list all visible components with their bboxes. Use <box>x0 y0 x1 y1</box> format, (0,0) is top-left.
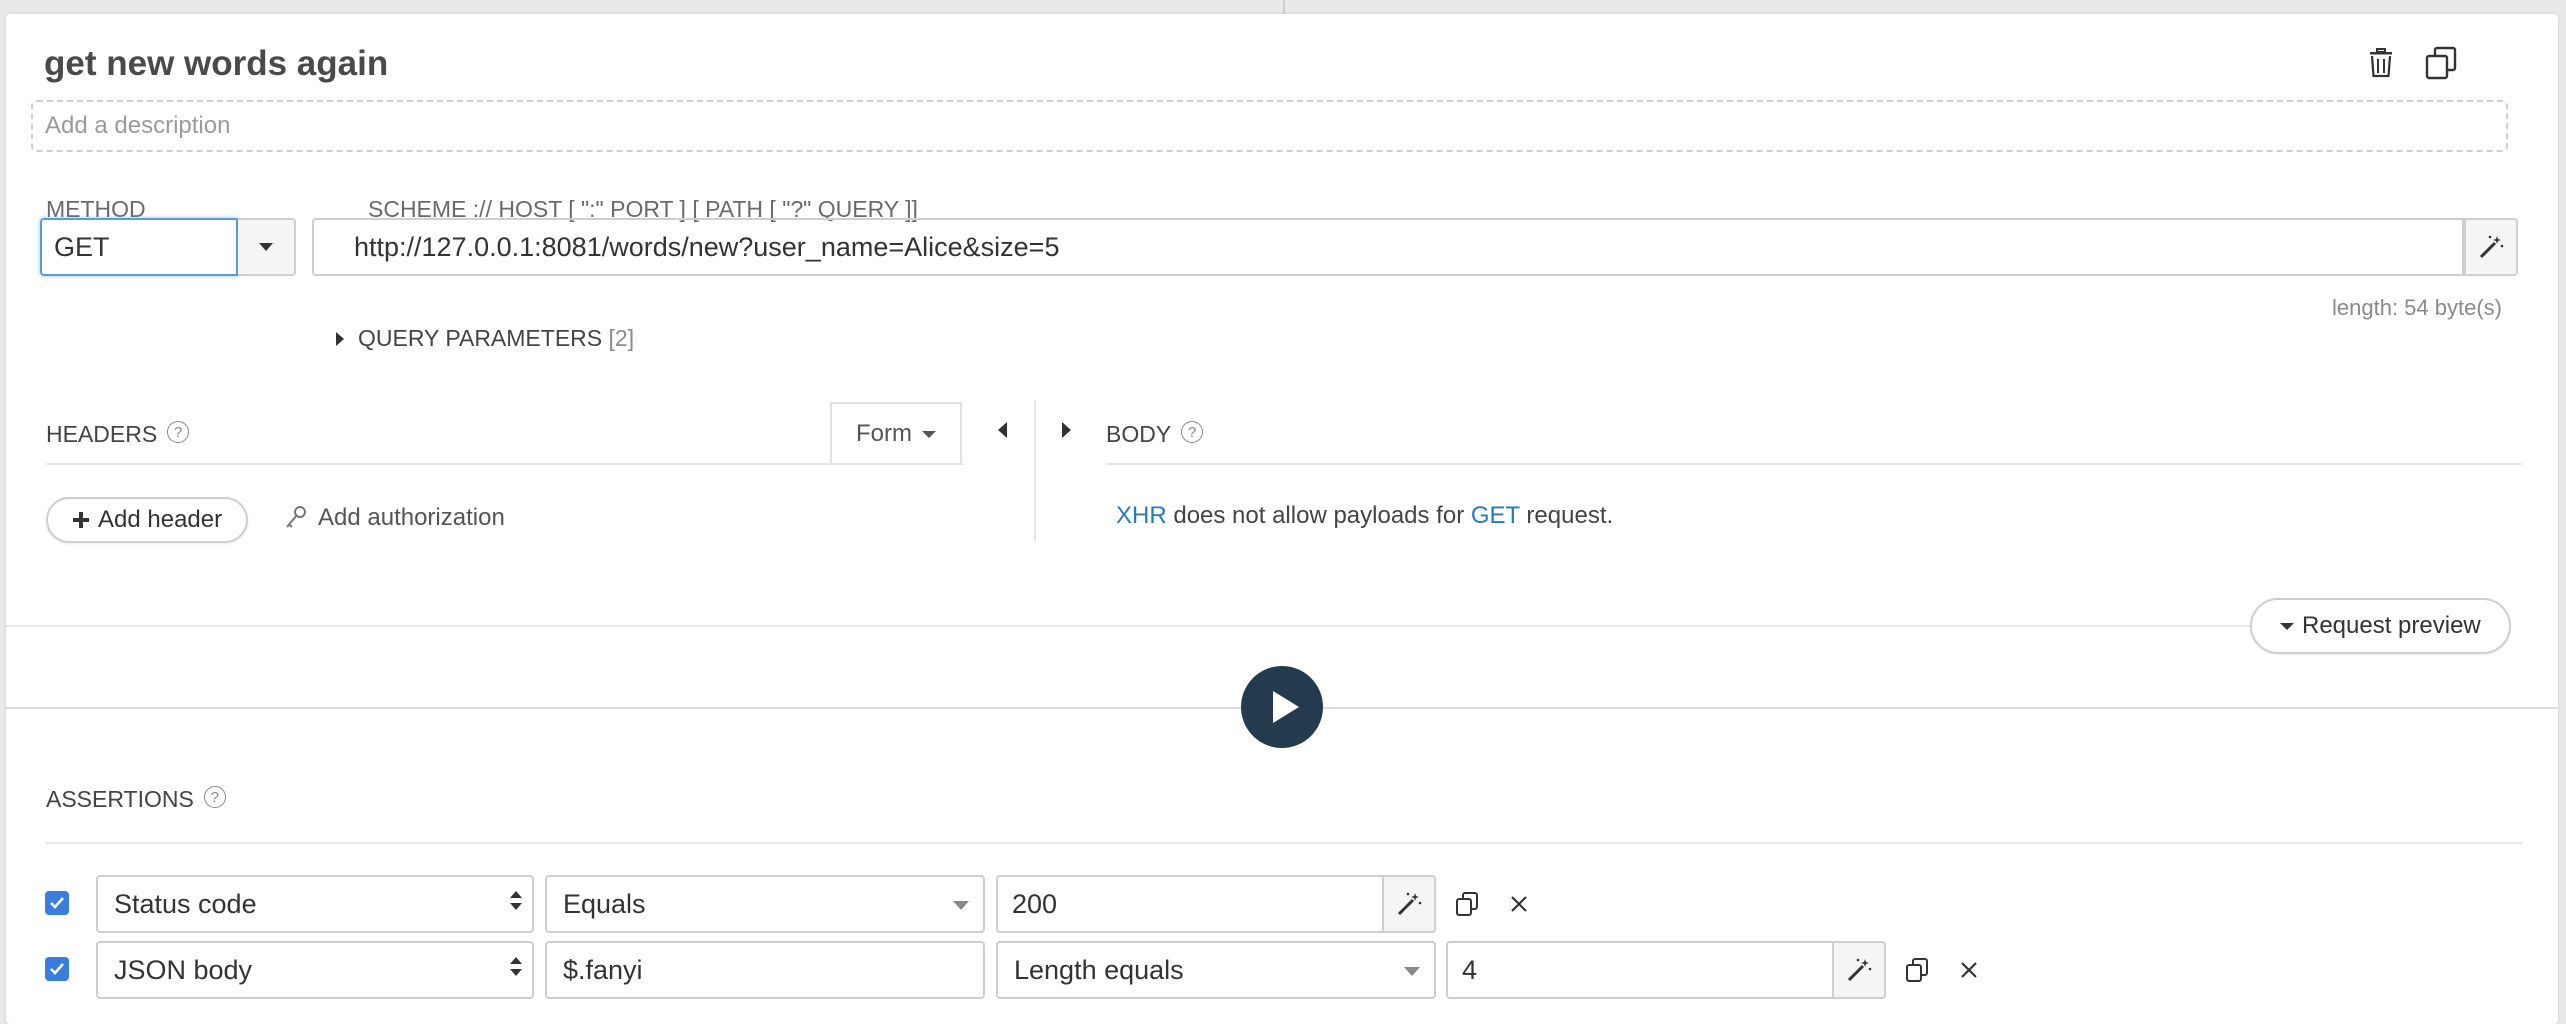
close-icon[interactable] <box>1502 887 1536 921</box>
assertion-2-path: $.fanyi <box>563 954 643 985</box>
request-preview-button[interactable]: Request preview <box>2250 598 2511 654</box>
assertions-label: ASSERTIONS <box>46 786 194 812</box>
query-parameters-toggle[interactable]: QUERY PARAMETERS [2] <box>336 325 634 352</box>
magic-wand-icon <box>1847 958 1872 982</box>
assertion-2-source-select[interactable]: JSON body <box>96 941 534 999</box>
close-icon[interactable] <box>1952 953 1986 987</box>
chevron-down-icon <box>922 430 936 438</box>
request-preview-label: Request preview <box>2302 612 2481 639</box>
headers-heading: HEADERS ? <box>46 421 190 448</box>
method-dropdown-button[interactable] <box>238 218 296 276</box>
chevron-down-icon <box>259 243 273 251</box>
description-field[interactable]: Add a description <box>31 100 2508 152</box>
body-message: XHR does not allow payloads for GET requ… <box>1116 502 1613 530</box>
caret-left-icon <box>998 422 1007 438</box>
magic-wand-icon <box>1397 892 1422 916</box>
magic-wand-icon <box>2479 235 2504 259</box>
duplicate-icon[interactable] <box>1450 887 1484 921</box>
key-icon <box>286 506 306 528</box>
assertion-2-value-input[interactable]: 4 <box>1446 941 1832 999</box>
method-value: GET <box>54 231 110 262</box>
check-icon <box>50 897 64 909</box>
headers-label: HEADERS <box>46 421 158 447</box>
play-icon <box>1273 691 1299 723</box>
assertion-2-value-group: 4 <box>1446 941 1886 999</box>
query-parameters-label: QUERY PARAMETERS <box>358 325 603 351</box>
chevron-down-icon <box>953 901 969 910</box>
body-label: BODY <box>1106 421 1172 447</box>
body-message-end: request. <box>1519 502 1614 529</box>
caret-right-icon <box>1062 422 1071 438</box>
add-authorization-link[interactable]: Add authorization <box>284 504 505 532</box>
chevron-down-icon <box>1404 967 1420 976</box>
chevron-down-icon <box>2280 622 2294 630</box>
assertion-1-source-select[interactable]: Status code <box>96 875 534 933</box>
check-icon <box>50 963 64 975</box>
add-header-button[interactable]: Add header <box>46 497 249 543</box>
help-icon[interactable]: ? <box>1181 421 1204 443</box>
assertion-1-comparison: Equals <box>563 888 646 919</box>
body-divider <box>1106 463 2522 465</box>
duplicate-icon[interactable] <box>2418 40 2464 86</box>
collapse-right-button[interactable] <box>1062 422 1071 438</box>
preview-divider <box>6 625 2250 627</box>
url-value: http://127.0.0.1:8081/words/new?user_nam… <box>354 231 1060 262</box>
headers-form-button[interactable]: Form <box>830 402 962 464</box>
body-message-middle: does not allow payloads for <box>1166 502 1471 529</box>
assertion-2-comparison: Length equals <box>1014 954 1184 985</box>
assertion-1-value-group: 200 <box>996 875 1436 933</box>
assertion-1-magic-button[interactable] <box>1382 875 1436 933</box>
xhr-link[interactable]: XHR <box>1116 502 1167 529</box>
url-input[interactable]: http://127.0.0.1:8081/words/new?user_nam… <box>312 218 2464 276</box>
headers-divider <box>46 463 964 465</box>
duplicate-icon[interactable] <box>1900 953 1934 987</box>
assertions-divider <box>46 842 2522 844</box>
add-authorization-label: Add authorization <box>318 504 505 531</box>
updown-icon <box>510 957 522 976</box>
query-parameters-count: [2] <box>608 325 635 351</box>
assertion-2-value: 4 <box>1462 954 1478 985</box>
help-icon[interactable]: ? <box>203 786 226 808</box>
collapse-left-button[interactable] <box>998 422 1007 438</box>
get-link[interactable]: GET <box>1471 502 1520 529</box>
updown-icon <box>510 891 522 910</box>
help-icon[interactable]: ? <box>167 421 190 443</box>
panel-separator <box>1034 400 1036 542</box>
assertion-2-comparison-select[interactable]: Length equals <box>996 941 1436 999</box>
assertion-1-value: 200 <box>1012 888 1058 919</box>
column-divider <box>1283 0 1285 14</box>
assertion-1-value-input[interactable]: 200 <box>996 875 1382 933</box>
assertion-2-magic-button[interactable] <box>1832 941 1886 999</box>
assertion-2-checkbox[interactable] <box>45 957 69 981</box>
assertion-1-source: Status code <box>114 888 257 919</box>
assertions-heading: ASSERTIONS ? <box>46 786 226 813</box>
trash-icon[interactable] <box>2358 40 2404 86</box>
description-placeholder: Add a description <box>45 112 231 139</box>
url-magic-button[interactable] <box>2464 218 2518 276</box>
add-header-label: Add header <box>98 506 223 533</box>
run-button[interactable] <box>1241 666 1323 748</box>
request-title[interactable]: get new words again <box>44 44 388 84</box>
plus-icon <box>73 512 89 528</box>
assertion-2-source: JSON body <box>114 954 253 985</box>
caret-right-icon <box>336 331 344 346</box>
method-select[interactable]: GET <box>40 218 238 276</box>
assertion-1-checkbox[interactable] <box>45 891 69 915</box>
body-heading: BODY ? <box>1106 421 1204 448</box>
form-label: Form <box>856 420 912 447</box>
assertion-1-comparison-select[interactable]: Equals <box>545 875 985 933</box>
assertion-2-path-input[interactable]: $.fanyi <box>545 941 985 999</box>
url-length-note: length: 54 byte(s) <box>2332 295 2502 320</box>
